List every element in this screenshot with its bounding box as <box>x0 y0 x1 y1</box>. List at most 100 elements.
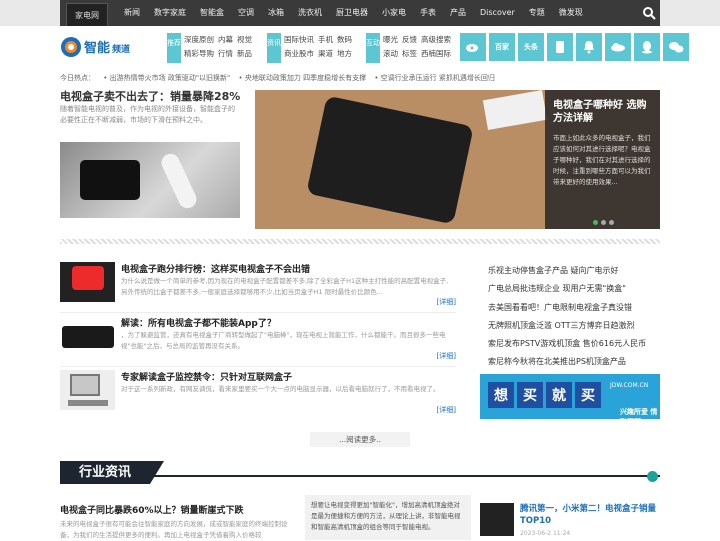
featured-slider[interactable]: 电视盒子哪种好 选购方法详解 市面上如此众多的电视盒子，我们应该如何对其进行选择… <box>255 90 660 229</box>
remote-picture <box>158 150 200 212</box>
list-item[interactable]: 去美国看看吧！广电限制电视盒子真没错 <box>488 299 660 317</box>
category-link[interactable]: 标签 <box>402 49 417 58</box>
weibo-icon[interactable] <box>460 33 486 61</box>
more-icon[interactable] <box>647 471 658 482</box>
article-more-link[interactable]: [详细] <box>437 405 456 415</box>
nav-item[interactable]: 产品 <box>450 0 466 26</box>
nav-item[interactable]: 智能盒 <box>200 0 224 26</box>
list-item[interactable]: 索尼发布PSTV游戏机顶盒 售价616元人民币 <box>488 335 660 353</box>
list-item[interactable]: 索尼称今秋将在北美推出PS机顶盒产品 <box>488 353 660 371</box>
search-icon[interactable] <box>642 6 656 20</box>
list-item[interactable]: 广电总局批违规企业 现用户无需"换盒" <box>488 280 660 298</box>
slider-dot[interactable] <box>601 220 606 225</box>
slide-title[interactable]: 电视盒子哪种好 选购方法详解 <box>553 99 652 125</box>
nav-item[interactable]: 专题 <box>529 0 545 26</box>
category-recommend: 推荐 深度原创 内幕 视觉 精彩导购 行情 新品 <box>167 33 256 63</box>
channel-logo[interactable]: 智能 频道 <box>60 33 135 61</box>
logo-icon <box>61 37 81 57</box>
category-link[interactable]: 反馈 <box>402 35 417 44</box>
category-link[interactable]: 商业股市 <box>284 49 314 58</box>
divider <box>60 239 660 244</box>
hot-topic-link[interactable]: • 央地联动政策加力 四季度稳增长有支撑 <box>239 74 367 82</box>
category-link[interactable]: 新品 <box>237 49 252 58</box>
ad-site: JDW.COM.CN <box>610 382 649 389</box>
article-thumbnail[interactable] <box>60 262 115 302</box>
divider <box>60 366 456 367</box>
social-links: 百家 头条 <box>460 33 689 61</box>
category-link[interactable]: 深度原创 <box>184 35 214 44</box>
related-news-list: 乐视主动停售盒子产品 疑向广电示好 广电总局批违规企业 现用户无需"换盒" 去美… <box>488 262 660 372</box>
site-brand-tab[interactable]: 家电网 <box>66 3 108 26</box>
slider-dot[interactable] <box>593 220 598 225</box>
article-title[interactable]: 专家解读盒子监控禁令：只针对互联网盒子 <box>121 370 292 383</box>
category-link[interactable]: 视觉 <box>237 35 252 44</box>
nav-item[interactable]: 厨卫电器 <box>336 0 368 26</box>
article-more-link[interactable]: [详细] <box>437 351 456 361</box>
ad-char: 买 <box>517 382 543 408</box>
baijia-icon[interactable]: 百家 <box>489 33 515 61</box>
slide-tv-box-picture <box>306 95 474 225</box>
ad-char: 就 <box>546 382 572 408</box>
category-link[interactable]: 滚动 <box>383 49 398 58</box>
ad-banner[interactable]: 想 买 就 买 JDW.COM.CN 兴趣所爱 情融天下 <box>480 374 660 419</box>
lead-article-title[interactable]: 电视盒子卖不出去了：销量暴降28% <box>60 88 240 104</box>
qq-icon[interactable] <box>634 33 660 61</box>
quote-box: 想要让电视变得更加"智能化"，增加高清机顶盒绝对是最为便捷和方便的方法，从理论上… <box>305 495 471 540</box>
card-thumbnail[interactable] <box>480 503 514 536</box>
category-link[interactable]: 地方 <box>337 49 352 58</box>
section-title: 行业资讯 <box>60 461 164 484</box>
nav-item[interactable]: Discover <box>480 0 515 26</box>
card-title[interactable]: 腾讯第一，小米第二！电视盒子销量TOP10 <box>520 503 660 527</box>
article-title[interactable]: 解读：所有电视盒子都不能装App了？ <box>121 316 276 329</box>
article-desc: ，为了躲避监管，还真有电视盒子厂商转型做起了"电脑棒"，现在电视上就能工作，什么… <box>121 331 446 350</box>
news-title[interactable]: 电视盒子同比暴跌60%以上？销量断崖式下跌 <box>60 503 244 516</box>
logo-sub: 频道 <box>112 45 131 55</box>
news-desc: 未来的电视盒子很有可能会往智能家庭的方向发展，成或智能家庭的终端控制设备，为我们… <box>60 520 288 539</box>
top-nav: 新闻 数字家庭 智能盒 空调 冰箱 洗衣机 厨卫电器 小家电 手表 产品 Dis… <box>124 0 597 26</box>
slide-card-picture <box>482 90 548 130</box>
bell-icon[interactable] <box>576 33 602 61</box>
category-tag: 推荐 <box>167 33 181 63</box>
ad-slogan: 兴趣所爱 情融天下 <box>620 408 658 419</box>
hot-topic-link[interactable]: • 出游热情带火市场 政策驱动"以旧换新" <box>103 74 230 82</box>
category-link[interactable]: 精彩导购 <box>184 49 214 58</box>
toutiao-icon[interactable]: 头条 <box>518 33 544 61</box>
category-link[interactable]: 内幕 <box>218 35 233 44</box>
top-bar: 家电网 新闻 数字家庭 智能盒 空调 冰箱 洗衣机 厨卫电器 小家电 手表 产品… <box>0 0 720 26</box>
nav-item[interactable]: 冰箱 <box>268 0 284 26</box>
hot-topics-label: 今日热点： <box>60 74 95 82</box>
nav-item[interactable]: 数字家庭 <box>154 0 186 26</box>
cloud-icon[interactable] <box>605 33 631 61</box>
card-time: 2023-06-2 11:24 <box>520 530 571 537</box>
ad-char: 买 <box>575 382 601 408</box>
wechat-icon[interactable] <box>663 33 689 61</box>
category-link[interactable]: 渠道 <box>318 49 333 58</box>
category-link[interactable]: 国际快讯 <box>284 35 314 44</box>
phone-icon[interactable] <box>547 33 573 61</box>
hot-topics: 今日热点： • 出游热情带火市场 政策驱动"以旧换新" • 央地联动政策加力 四… <box>60 73 660 85</box>
article-thumbnail[interactable] <box>60 316 115 356</box>
article-more-link[interactable]: [详细] <box>437 297 456 307</box>
nav-item[interactable]: 空调 <box>238 0 254 26</box>
nav-item[interactable]: 小家电 <box>382 0 406 26</box>
hot-topic-link[interactable]: • 空调行业承压运行 紧抓机遇增长回归 <box>374 74 495 82</box>
category-link[interactable]: 手机 <box>318 35 333 44</box>
slider-dot[interactable] <box>609 220 614 225</box>
lead-article-image[interactable] <box>60 142 240 218</box>
article-desc: 对于这一系列新政，有网友调侃，看来家里要买一个大一点的电脑显示器，以后看电脑就行… <box>121 385 440 393</box>
category-link[interactable]: 西楠国际 <box>421 49 451 58</box>
category-link[interactable]: 曝光 <box>383 35 398 44</box>
nav-item[interactable]: 微发现 <box>559 0 583 26</box>
nav-item[interactable]: 手表 <box>420 0 436 26</box>
article-thumbnail[interactable] <box>60 370 115 410</box>
list-item[interactable]: 无牌照机顶盒泛滥 OTT三方博弈日趋激烈 <box>488 317 660 335</box>
nav-item[interactable]: 洗衣机 <box>298 0 322 26</box>
category-link[interactable]: 数码 <box>337 35 352 44</box>
read-more-button[interactable]: ...阅读更多.. <box>310 432 410 447</box>
nav-item[interactable]: 新闻 <box>124 0 140 26</box>
article-item: 专家解读盒子监控禁令：只针对互联网盒子 对于这一系列新政，有网友调侃，看来家里要… <box>60 370 456 424</box>
category-link[interactable]: 行情 <box>218 49 233 58</box>
article-title[interactable]: 电视盒子跑分排行榜：这样买电视盒子不会出错 <box>121 262 310 275</box>
list-item[interactable]: 乐视主动停售盒子产品 疑向广电示好 <box>488 262 660 280</box>
category-link[interactable]: 高级搜索 <box>421 35 451 44</box>
